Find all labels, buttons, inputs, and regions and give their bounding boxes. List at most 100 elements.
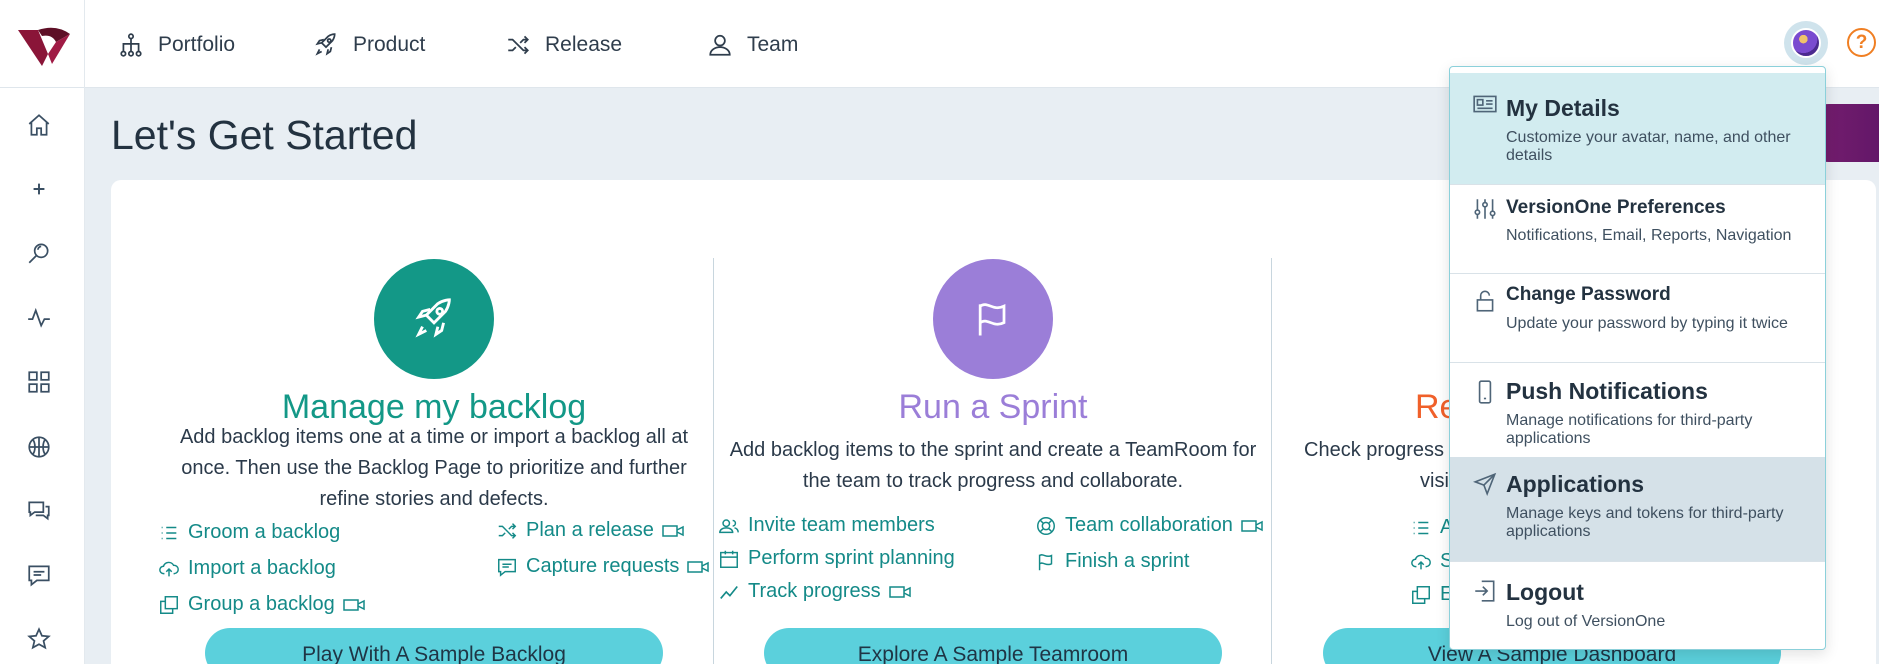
description-line: Check progress o (1304, 439, 1461, 461)
sprint-circle-icon (933, 259, 1053, 379)
list-icon (161, 526, 177, 539)
link-import-backlog[interactable]: Import a backlog (158, 557, 336, 580)
section3-link[interactable]: E (1410, 583, 1453, 606)
link-finish-sprint[interactable]: Finish a sprint (1035, 550, 1190, 573)
menu-item-push-notifications[interactable]: Push Notifications Manage notifications … (1450, 363, 1825, 457)
video-icon[interactable] (662, 520, 684, 542)
link-label: Group a backlog (188, 593, 335, 615)
nav-label: Release (545, 33, 623, 56)
nav-product[interactable]: Product (313, 28, 425, 62)
column-divider (1271, 258, 1272, 664)
menu-item-logout[interactable]: Logout Log out of VersionOne (1450, 562, 1825, 649)
help-icon[interactable]: ? (1847, 28, 1876, 57)
user-avatar[interactable] (1784, 21, 1828, 65)
message-icon (498, 558, 516, 577)
link-label: Groom a backlog (188, 521, 341, 543)
chat-bubbles-icon[interactable] (24, 496, 54, 526)
link-group-backlog[interactable]: Group a backlog (158, 593, 365, 616)
link-sprint-planning[interactable]: Perform sprint planning (718, 547, 955, 570)
menu-item-title: VersionOne Preferences (1506, 197, 1726, 218)
link-track-progress[interactable]: Track progress (718, 580, 911, 603)
section-title: Run a Sprint (898, 388, 1088, 426)
link-label: Invite team members (748, 514, 935, 536)
message-icon[interactable] (24, 560, 54, 590)
menu-item-title: My Details (1506, 95, 1620, 121)
menu-item-title: Logout (1506, 579, 1584, 605)
link-invite-team[interactable]: Invite team members (718, 514, 935, 537)
play-sample-backlog-button[interactable]: Play With A Sample Backlog (205, 628, 663, 664)
lock-icon (1476, 290, 1494, 312)
link-label: Team collaboration (1065, 514, 1233, 536)
link-label: Plan a release (526, 519, 654, 541)
section-description: Check progress o visi (1304, 435, 1464, 497)
cloud-upload-icon (1411, 554, 1431, 569)
link-label: Finish a sprint (1065, 550, 1190, 572)
section-description: Add backlog items one at a time or impor… (179, 426, 689, 510)
link-label: Track progress (748, 580, 881, 602)
video-icon[interactable] (1241, 515, 1263, 537)
section-description: Add backlog items to the sprint and crea… (729, 439, 1257, 492)
video-icon[interactable] (343, 594, 365, 616)
home-icon[interactable] (24, 110, 54, 140)
menu-item-desc: Notifications, Email, Reports, Navigatio… (1506, 227, 1792, 244)
copy-icon (1412, 585, 1430, 604)
activity-icon[interactable] (24, 303, 54, 333)
menu-item-title: Change Password (1506, 284, 1671, 305)
link-groom-backlog[interactable]: Groom a backlog (158, 521, 340, 544)
description-line: visi (1420, 470, 1449, 492)
page-title: Let's Get Started (111, 112, 418, 158)
link-label: Import a backlog (188, 557, 336, 579)
link-label: Perform sprint planning (748, 547, 955, 569)
video-icon[interactable] (687, 556, 710, 578)
link-label: Capture requests (526, 555, 680, 577)
menu-item-desc: Customize your avatar, name, and other d… (1506, 129, 1791, 164)
versionone-logo[interactable] (0, 0, 85, 88)
menu-item-desc: Update your password by typing it twice (1506, 315, 1788, 332)
explore-sample-teamroom-button[interactable]: Explore A Sample Teamroom (764, 628, 1222, 664)
sliders-icon (1474, 199, 1496, 219)
plus-icon[interactable] (24, 174, 54, 204)
section3-link[interactable]: A (1410, 516, 1453, 539)
link-team-collaboration[interactable]: Team collaboration (1035, 514, 1263, 537)
logout-icon (1475, 580, 1495, 602)
basketball-icon[interactable] (24, 432, 54, 462)
menu-item-desc: Manage notifications for third-party app… (1506, 412, 1753, 447)
send-icon (1472, 472, 1497, 497)
menu-item-desc: Manage keys and tokens for third-party a… (1506, 505, 1784, 540)
menu-item-title: Push Notifications (1506, 378, 1708, 404)
phone-icon (1478, 380, 1492, 404)
nav-label: Product (353, 33, 426, 56)
menu-item-my-details[interactable]: My Details Customize your avatar, name, … (1450, 73, 1825, 184)
section3-link[interactable]: S (1410, 550, 1453, 573)
star-icon[interactable] (24, 624, 54, 654)
lifebuoy-icon (1037, 516, 1055, 535)
backlog-circle-icon (374, 259, 494, 379)
search-icon[interactable] (24, 238, 54, 268)
nav-release[interactable]: Release (505, 28, 622, 62)
rocket-icon (315, 33, 336, 56)
copy-icon (160, 595, 178, 614)
cloud-upload-icon (159, 561, 179, 576)
menu-item-preferences[interactable]: VersionOne Preferences Notifications, Em… (1450, 185, 1825, 273)
logo-icon (18, 27, 70, 66)
list-icon (1413, 521, 1429, 534)
menu-item-title: Applications (1506, 471, 1645, 497)
rocket-icon (415, 298, 451, 338)
link-capture-requests[interactable]: Capture requests (496, 555, 710, 578)
avatar-image (1791, 28, 1821, 58)
menu-item-change-password[interactable]: Change Password Update your password by … (1450, 274, 1825, 362)
users-icon (719, 518, 739, 533)
link-plan-release[interactable]: Plan a release (496, 519, 684, 542)
flag-icon (1038, 553, 1053, 570)
left-sidebar (0, 88, 85, 664)
grid-icon[interactable] (24, 367, 54, 397)
id-card-icon (1473, 95, 1497, 113)
nav-team[interactable]: Team (707, 28, 798, 62)
column-divider (713, 258, 714, 664)
video-icon[interactable] (888, 581, 911, 603)
shuffle-icon (498, 522, 517, 539)
trend-icon (720, 585, 738, 599)
user-icon (709, 34, 731, 56)
nav-portfolio[interactable]: Portfolio (118, 28, 235, 62)
menu-item-applications[interactable]: Applications Manage keys and tokens for … (1450, 457, 1825, 561)
